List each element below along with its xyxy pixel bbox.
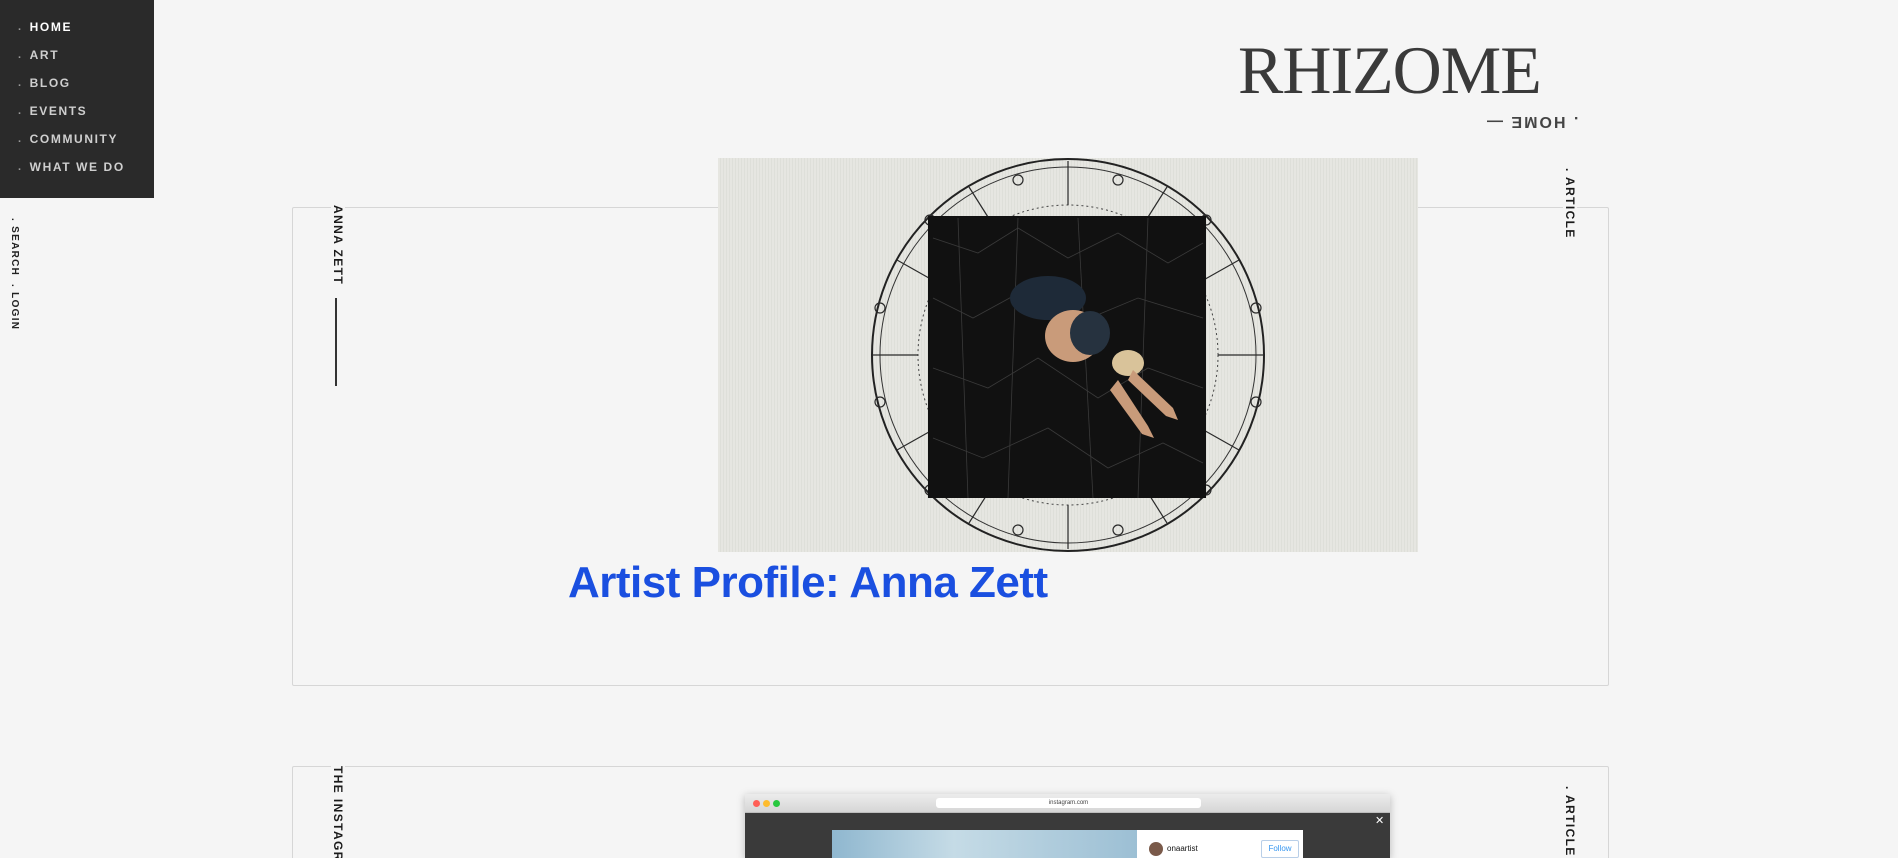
nav-item-label: BLOG bbox=[29, 76, 71, 90]
nav-bullet: . bbox=[18, 105, 23, 117]
nav-item-what-we-do[interactable]: . WHAT WE DO bbox=[0, 153, 154, 181]
nav-item-label: ART bbox=[29, 48, 60, 62]
main-nav: . HOME . ART . BLOG . EVENTS . COMMUNITY… bbox=[0, 0, 154, 198]
browser-toolbar: instagram.com bbox=[745, 794, 1390, 813]
card-type-label: . ARTICLE bbox=[1563, 782, 1577, 858]
nav-item-label: COMMUNITY bbox=[29, 132, 119, 146]
close-dot-icon bbox=[753, 800, 760, 807]
instagram-username: onaartist bbox=[1167, 844, 1198, 853]
card-divider-line bbox=[335, 298, 337, 386]
login-link[interactable]: . LOGIN bbox=[9, 284, 20, 330]
nav-bullet: . bbox=[18, 49, 23, 61]
card-author-label[interactable]: THE INSTAGR bbox=[331, 766, 345, 858]
card-author-label[interactable]: ANNA ZETT bbox=[331, 205, 345, 286]
nav-item-art[interactable]: . ART bbox=[0, 41, 154, 69]
nav-bullet: . bbox=[18, 161, 23, 173]
nav-bullet: . bbox=[18, 133, 23, 145]
site-logo[interactable]: RHIZOME bbox=[1238, 36, 1542, 104]
close-icon: ✕ bbox=[1375, 815, 1385, 827]
nav-item-label: HOME bbox=[29, 20, 73, 34]
nav-item-home[interactable]: . HOME bbox=[0, 13, 154, 41]
article-screenshot-image[interactable]: instagram.com onaartist Follow ✕ bbox=[745, 794, 1390, 858]
nav-item-blog[interactable]: . BLOG bbox=[0, 69, 154, 97]
page: . HOME . ART . BLOG . EVENTS . COMMUNITY… bbox=[0, 0, 1898, 858]
card-type-label: . ARTICLE bbox=[1563, 164, 1577, 243]
maximize-dot-icon bbox=[773, 800, 780, 807]
search-link[interactable]: . SEARCH bbox=[9, 218, 20, 276]
nav-item-events[interactable]: . EVENTS bbox=[0, 97, 154, 125]
nav-item-label: WHAT WE DO bbox=[29, 160, 125, 174]
artwork-illustration bbox=[871, 158, 1265, 552]
follow-button: Follow bbox=[1261, 840, 1299, 858]
minimize-dot-icon bbox=[763, 800, 770, 807]
nav-item-community[interactable]: . COMMUNITY bbox=[0, 125, 154, 153]
instagram-panel: onaartist Follow bbox=[1137, 830, 1303, 858]
avatar bbox=[1149, 842, 1163, 856]
nav-item-label: EVENTS bbox=[29, 104, 88, 118]
nav-bullet: . bbox=[18, 77, 23, 89]
section-label: . HOME — bbox=[1485, 113, 1579, 130]
article-title[interactable]: Artist Profile: Anna Zett bbox=[568, 558, 1048, 608]
nav-bullet: . bbox=[18, 21, 23, 33]
artwork-image[interactable] bbox=[718, 158, 1418, 552]
instagram-photo bbox=[832, 830, 1137, 858]
browser-url: instagram.com bbox=[936, 798, 1201, 808]
